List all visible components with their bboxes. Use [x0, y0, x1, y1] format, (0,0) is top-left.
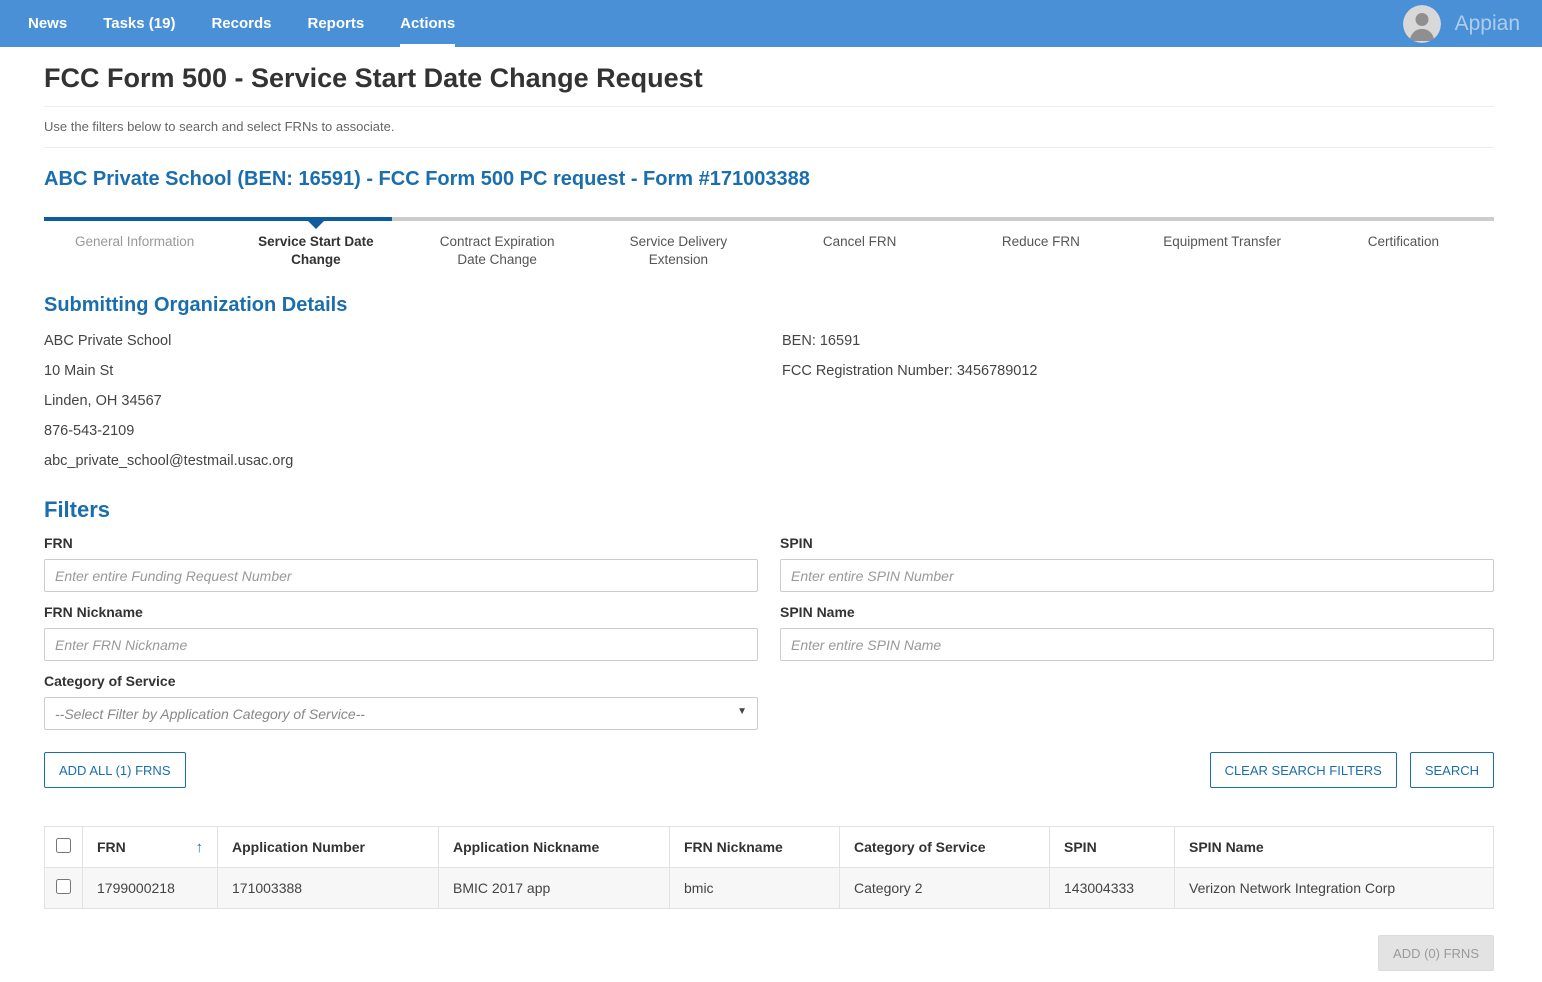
org-details-heading: Submitting Organization Details: [44, 294, 1494, 317]
filters-form: FRN SPIN FRN Nickname SPIN Name Category…: [44, 523, 1494, 730]
main-content: FCC Form 500 - Service Start Date Change…: [0, 47, 1542, 982]
table-row: 1799000218 171003388 BMIC 2017 app bmic …: [45, 868, 1494, 909]
step-service-delivery-extension[interactable]: Service Delivery Extension: [588, 233, 769, 268]
nav-right-cluster: Appian: [1403, 0, 1520, 47]
cell-frn-nickname: bmic: [670, 868, 840, 909]
step-service-start-date-change[interactable]: Service Start Date Change: [225, 233, 406, 268]
frn-nickname-input[interactable]: [44, 628, 758, 661]
step-general-information[interactable]: General Information: [44, 233, 225, 268]
instruction-text: Use the filters below to search and sele…: [44, 107, 1494, 148]
org-details-left-column: ABC Private School 10 Main St Linden, OH…: [44, 333, 782, 483]
category-of-service-select[interactable]: --Select Filter by Application Category …: [44, 697, 758, 730]
spin-field: SPIN: [780, 535, 1494, 592]
category-of-service-field: Category of Service --Select Filter by A…: [44, 673, 758, 730]
step-reduce-frn[interactable]: Reduce FRN: [950, 233, 1131, 268]
col-application-nickname[interactable]: Application Nickname: [439, 827, 670, 868]
page-title: FCC Form 500 - Service Start Date Change…: [44, 47, 1494, 107]
org-details: ABC Private School 10 Main St Linden, OH…: [44, 333, 1494, 483]
cell-frn: 1799000218: [83, 868, 218, 909]
sort-asc-icon[interactable]: ↑: [196, 839, 204, 856]
add-frns-button[interactable]: ADD (0) FRNS: [1378, 935, 1494, 971]
spin-label: SPIN: [780, 535, 1494, 551]
org-details-right-column: BEN: 16591 FCC Registration Number: 3456…: [782, 333, 1494, 483]
org-city-state-zip: Linden, OH 34567: [44, 393, 782, 409]
org-email: abc_private_school@testmail.usac.org: [44, 453, 782, 469]
col-frn-nickname[interactable]: FRN Nickname: [670, 827, 840, 868]
form-header: ABC Private School (BEN: 16591) - FCC Fo…: [44, 168, 1494, 191]
spin-name-label: SPIN Name: [780, 604, 1494, 620]
top-nav: News Tasks (19) Records Reports Actions …: [0, 0, 1542, 47]
search-button[interactable]: SEARCH: [1410, 752, 1494, 788]
step-equipment-transfer[interactable]: Equipment Transfer: [1132, 233, 1313, 268]
active-step-marker-icon: [307, 220, 325, 229]
org-fcc-registration-number: FCC Registration Number: 3456789012: [782, 363, 1494, 379]
step-cancel-frn[interactable]: Cancel FRN: [769, 233, 950, 268]
spin-input[interactable]: [780, 559, 1494, 592]
user-avatar[interactable]: [1403, 5, 1441, 43]
clear-search-filters-button[interactable]: CLEAR SEARCH FILTERS: [1210, 752, 1397, 788]
org-ben: BEN: 16591: [782, 333, 1494, 349]
org-name: ABC Private School: [44, 333, 782, 349]
stepper-labels: General Information Service Start Date C…: [44, 233, 1494, 268]
col-spin[interactable]: SPIN: [1050, 827, 1175, 868]
add-frns-row: ADD (0) FRNS: [44, 935, 1494, 971]
cell-category-of-service: Category 2: [840, 868, 1050, 909]
table-header-row: FRN ↑ Application Number Application Nic…: [45, 827, 1494, 868]
person-icon: [1403, 30, 1441, 43]
filter-actions-row: ADD ALL (1) FRNS CLEAR SEARCH FILTERS SE…: [44, 752, 1494, 788]
cell-application-nickname: BMIC 2017 app: [439, 868, 670, 909]
nav-item-news[interactable]: News: [28, 0, 67, 47]
col-frn[interactable]: FRN ↑: [83, 827, 218, 868]
frn-input[interactable]: [44, 559, 758, 592]
nav-item-reports[interactable]: Reports: [307, 0, 364, 47]
nav-item-actions[interactable]: Actions: [400, 0, 455, 47]
org-street: 10 Main St: [44, 363, 782, 379]
col-spin-name[interactable]: SPIN Name: [1175, 827, 1494, 868]
nav-item-tasks[interactable]: Tasks (19): [103, 0, 175, 47]
frn-field: FRN: [44, 535, 758, 592]
frn-nickname-field: FRN Nickname: [44, 604, 758, 661]
cell-spin: 143004333: [1050, 868, 1175, 909]
spin-name-input[interactable]: [780, 628, 1494, 661]
frn-label: FRN: [44, 535, 758, 551]
stepper-track: [44, 217, 1494, 221]
org-phone: 876-543-2109: [44, 423, 782, 439]
filters-heading: Filters: [44, 497, 1494, 523]
step-certification[interactable]: Certification: [1313, 233, 1494, 268]
spin-name-field: SPIN Name: [780, 604, 1494, 661]
category-of-service-label: Category of Service: [44, 673, 758, 689]
step-contract-expiration-date-change[interactable]: Contract Expiration Date Change: [407, 233, 588, 268]
cell-spin-name: Verizon Network Integration Corp: [1175, 868, 1494, 909]
stepper-progress-bar: [44, 217, 392, 221]
cell-application-number: 171003388: [218, 868, 439, 909]
main-nav: News Tasks (19) Records Reports Actions: [28, 0, 491, 47]
select-all-checkbox[interactable]: [56, 838, 71, 853]
add-all-frns-button[interactable]: ADD ALL (1) FRNS: [44, 752, 186, 788]
row-checkbox[interactable]: [56, 879, 71, 894]
nav-item-records[interactable]: Records: [211, 0, 271, 47]
frn-nickname-label: FRN Nickname: [44, 604, 758, 620]
col-application-number[interactable]: Application Number: [218, 827, 439, 868]
appian-logo: Appian: [1455, 12, 1520, 36]
results-table: FRN ↑ Application Number Application Nic…: [44, 826, 1494, 909]
form-stepper: General Information Service Start Date C…: [44, 217, 1494, 268]
col-category-of-service[interactable]: Category of Service: [840, 827, 1050, 868]
